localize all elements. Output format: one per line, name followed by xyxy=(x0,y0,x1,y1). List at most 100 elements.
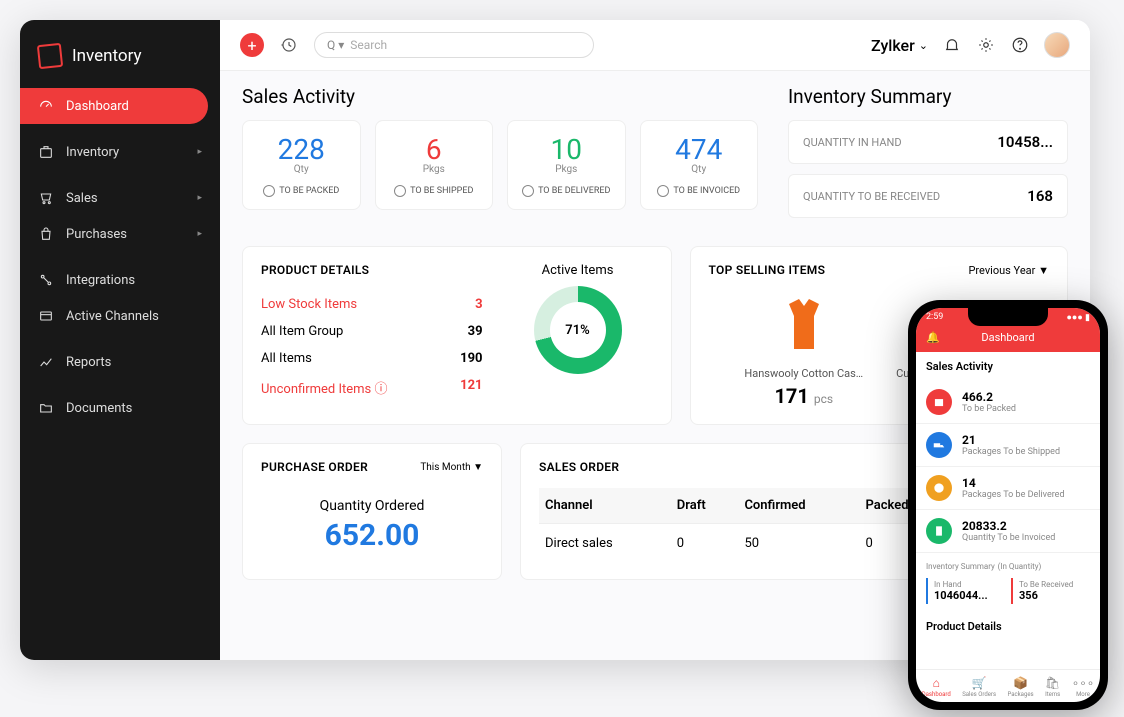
summary-row-in-hand: QUANTITY IN HAND 10458... xyxy=(788,120,1068,164)
reports-icon xyxy=(38,354,54,370)
phone-inventory-summary: Inventory Summary (In Quantity) In Hand … xyxy=(916,553,1100,610)
phone-row-packed[interactable]: 466.2To be Packed xyxy=(916,381,1100,424)
sidebar-item-dashboard[interactable]: Dashboard xyxy=(20,88,208,124)
summary-label: QUANTITY TO BE RECEIVED xyxy=(803,190,940,203)
sidebar-item-label: Documents xyxy=(66,401,132,416)
product-qty: 171 pcs xyxy=(744,384,864,408)
phone-tab-dashboard[interactable]: ⌂Dashboard xyxy=(922,676,951,698)
search-input[interactable]: Q ▾ Search xyxy=(314,32,594,58)
pd-row-unconfirmed[interactable]: Unconfirmed Items ⓘ121 xyxy=(261,372,483,403)
stat-card-invoiced[interactable]: 474 Qty TO BE INVOICED xyxy=(640,120,759,210)
sidebar-item-inventory[interactable]: Inventory ▸ xyxy=(20,134,220,170)
sidebar-item-label: Sales xyxy=(66,191,98,206)
phone-screen: 2:59 ●●● ▮ 🔔 Dashboard Sales Activity 46… xyxy=(916,308,1100,702)
top-item-1[interactable]: Hanswooly Cotton Cas… 171 pcs xyxy=(744,289,864,408)
history-button[interactable] xyxy=(278,34,300,56)
org-switcher[interactable]: Zylker ⌄ xyxy=(871,36,928,55)
phone-header-title: Dashboard xyxy=(981,331,1034,344)
top-selling-title: TOP SELLING ITEMS xyxy=(709,263,826,277)
phone-inv-to-receive: To Be Received 356 xyxy=(1011,578,1090,604)
sidebar-item-label: Dashboard xyxy=(66,99,129,114)
chevron-right-icon: ▸ xyxy=(197,193,202,203)
purchase-order-card: PURCHASE ORDER This Month ▼ Quantity Ord… xyxy=(242,443,502,580)
stat-card-packed[interactable]: 228 Qty TO BE PACKED xyxy=(242,120,361,210)
pd-row-item-group[interactable]: All Item Group39 xyxy=(261,318,483,345)
product-details-title: PRODUCT DETAILS xyxy=(261,263,483,277)
phone-notch xyxy=(968,308,1048,326)
phone-mockup: 2:59 ●●● ▮ 🔔 Dashboard Sales Activity 46… xyxy=(908,300,1108,710)
folder-icon xyxy=(38,400,54,416)
purchase-order-title: PURCHASE ORDER xyxy=(261,460,368,474)
product-name: Hanswooly Cotton Cas… xyxy=(744,367,864,380)
box-icon xyxy=(926,389,952,415)
phone-tab-sales[interactable]: 🛒Sales Orders xyxy=(962,676,996,698)
org-name: Zylker xyxy=(871,36,915,55)
truck-icon xyxy=(926,432,952,458)
summary-value: 10458... xyxy=(997,133,1053,151)
sales-activity-title: Sales Activity xyxy=(242,85,758,108)
add-button[interactable]: + xyxy=(240,33,264,57)
search-icon: Q ▾ xyxy=(327,38,344,52)
phone-product-details-title: Product Details xyxy=(916,610,1100,641)
chevron-right-icon: ▸ xyxy=(197,147,202,157)
sidebar-item-documents[interactable]: Documents xyxy=(20,390,220,426)
summary-value: 168 xyxy=(1027,187,1053,205)
stat-label: TO BE DELIVERED xyxy=(516,185,617,197)
phone-header: 🔔 Dashboard xyxy=(916,325,1100,352)
stat-value: 6 xyxy=(384,133,485,166)
phone-tab-items[interactable]: 🛍Items xyxy=(1045,676,1060,698)
invoice-icon xyxy=(926,518,952,544)
sidebar-item-purchases[interactable]: Purchases ▸ xyxy=(20,216,220,252)
phone-row-shipped[interactable]: 21Packages To be Shipped xyxy=(916,424,1100,467)
phone-signal-icon: ●●● ▮ xyxy=(1067,312,1091,323)
topbar: + Q ▾ Search Zylker ⌄ xyxy=(220,20,1090,71)
settings-button[interactable] xyxy=(976,35,996,55)
notifications-button[interactable] xyxy=(942,35,962,55)
brand: Inventory xyxy=(20,30,220,88)
top-selling-period-dropdown[interactable]: Previous Year ▼ xyxy=(968,264,1049,277)
bag-icon: 🛍 xyxy=(1045,676,1060,690)
channels-icon xyxy=(38,308,54,324)
stat-card-shipped[interactable]: 6 Pkgs TO BE SHIPPED xyxy=(375,120,494,210)
chevron-down-icon: ⌄ xyxy=(919,39,928,52)
bag-icon xyxy=(38,226,54,242)
bell-icon[interactable]: 🔔 xyxy=(926,331,940,344)
purchase-period-dropdown[interactable]: This Month ▼ xyxy=(420,462,483,473)
phone-row-delivered[interactable]: 14Packages To be Delivered xyxy=(916,467,1100,510)
sidebar-item-label: Purchases xyxy=(66,227,127,242)
summary-row-to-receive: QUANTITY TO BE RECEIVED 168 xyxy=(788,174,1068,218)
sidebar-item-label: Reports xyxy=(66,355,111,370)
donut-percent: 71% xyxy=(550,302,606,358)
phone-tab-packages[interactable]: 📦Packages xyxy=(1007,676,1033,698)
integrations-icon xyxy=(38,272,54,288)
brand-label: Inventory xyxy=(72,46,142,66)
donut-chart: 71% xyxy=(534,286,622,374)
stat-card-delivered[interactable]: 10 Pkgs TO BE DELIVERED xyxy=(507,120,626,210)
col-channel: Channel xyxy=(539,488,671,524)
package-icon: 📦 xyxy=(1007,676,1033,690)
delivered-icon xyxy=(926,475,952,501)
nav: Dashboard Inventory ▸ Sales ▸ Purchases … xyxy=(20,88,220,426)
help-button[interactable] xyxy=(1010,35,1030,55)
product-details-card: PRODUCT DETAILS Low Stock Items3 All Ite… xyxy=(242,246,672,425)
sidebar-item-reports[interactable]: Reports xyxy=(20,344,220,380)
user-avatar[interactable] xyxy=(1044,32,1070,58)
stat-label: TO BE PACKED xyxy=(251,185,352,197)
sidebar-item-integrations[interactable]: Integrations xyxy=(20,262,220,298)
home-icon: ⌂ xyxy=(922,676,951,690)
pd-row-all-items[interactable]: All Items190 xyxy=(261,345,483,372)
stat-label: TO BE INVOICED xyxy=(649,185,750,197)
search-placeholder: Search xyxy=(350,38,387,52)
sidebar-item-sales[interactable]: Sales ▸ xyxy=(20,180,220,216)
phone-tab-bar: ⌂Dashboard 🛒Sales Orders 📦Packages 🛍Item… xyxy=(916,669,1100,702)
stat-value: 228 xyxy=(251,133,352,166)
phone-row-invoiced[interactable]: 20833.2Quantity To be Invoiced xyxy=(916,510,1100,553)
pd-row-low-stock[interactable]: Low Stock Items3 xyxy=(261,291,483,318)
phone-tab-more[interactable]: ∘∘∘More xyxy=(1072,676,1095,698)
sidebar-item-active-channels[interactable]: Active Channels xyxy=(20,298,220,334)
product-image xyxy=(769,289,839,359)
stat-value: 10 xyxy=(516,133,617,166)
stat-unit: Qty xyxy=(649,164,750,175)
sidebar-item-label: Integrations xyxy=(66,273,135,288)
po-label: Quantity Ordered xyxy=(261,498,483,514)
